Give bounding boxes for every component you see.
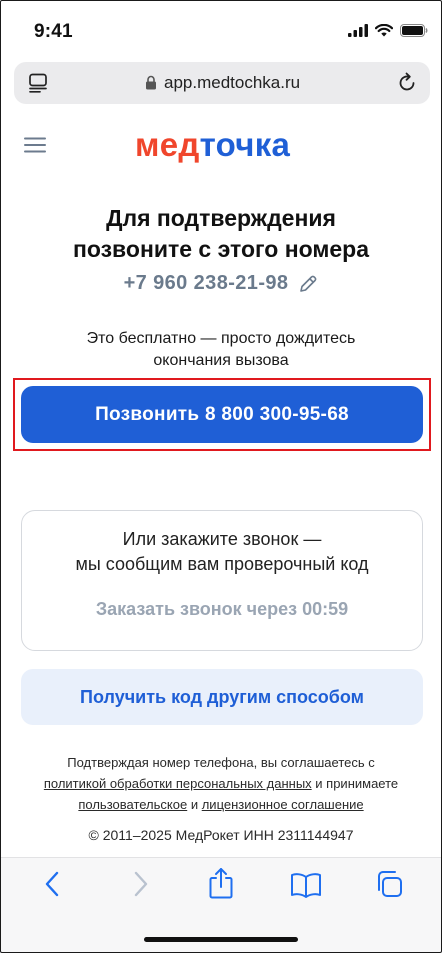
page-title: Для подтверждения позвоните с этого номе… (0, 203, 442, 265)
forward-icon[interactable] (131, 870, 149, 898)
privacy-policy-link[interactable]: политикой обработки персональных данных (44, 776, 312, 791)
hint-line-2: окончания вызова (153, 352, 289, 369)
phone-row[interactable]: +7 960 238-21-98 (0, 272, 442, 295)
bookmarks-icon[interactable] (290, 872, 322, 898)
tabs-icon[interactable] (375, 870, 403, 898)
signal-icon (348, 24, 368, 37)
hint-line-1: Это бесплатно — просто дождитесь (86, 330, 356, 347)
status-icons (348, 24, 428, 37)
legal-text: Подтверждая номер телефона, вы соглашает… (0, 752, 442, 815)
other-method-button[interactable]: Получить код другим способом (21, 669, 423, 725)
copyright: © 2011–2025 МедРокет ИНН 2311144947 (88, 827, 354, 843)
request-call-card: Или закажите звонок — мы сообщим вам про… (21, 510, 423, 651)
request-call-text: Или закажите звонок — мы сообщим вам про… (22, 527, 422, 577)
pencil-icon[interactable] (298, 274, 318, 294)
reader-icon[interactable] (28, 73, 48, 93)
request-call-line-1: Или закажите звонок — (122, 529, 322, 549)
legal-line-1: Подтверждая номер телефона, вы соглашает… (67, 755, 375, 770)
title-line-2: позвоните с этого номера (72, 236, 370, 262)
lock-icon (146, 75, 156, 90)
logo[interactable]: медточка (135, 126, 290, 164)
address-bar[interactable]: app.medtochka.ru (14, 62, 430, 104)
title-line-1: Для подтверждения (106, 205, 336, 231)
legal-line-3: пользовательское и лицензионное соглашен… (0, 794, 442, 815)
menu-icon[interactable] (24, 137, 46, 153)
call-button[interactable]: Позвонить 8 800 300-95-68 (21, 386, 423, 443)
hint-text: Это бесплатно — просто дождитесь окончан… (0, 328, 442, 372)
share-icon[interactable] (207, 867, 235, 899)
legal-text-2: и принимаете (311, 776, 399, 791)
user-phone-number: +7 960 238-21-98 (123, 272, 289, 294)
status-time: 9:41 (34, 21, 73, 42)
home-indicator (144, 937, 298, 942)
url-text[interactable]: app.medtochka.ru (164, 73, 300, 93)
user-agreement-link[interactable]: пользовательское (78, 797, 187, 812)
battery-icon (400, 24, 428, 37)
back-icon[interactable] (44, 870, 62, 898)
legal-text-3: и (187, 797, 202, 812)
logo-part-med: мед (135, 126, 200, 163)
license-agreement-link[interactable]: лицензионное соглашение (202, 797, 364, 812)
wifi-icon (375, 24, 393, 37)
request-call-line-2: мы сообщим вам проверочный код (75, 554, 369, 574)
logo-part-tochka: точка (199, 126, 291, 163)
legal-line-2: политикой обработки персональных данных … (0, 773, 442, 794)
reload-icon[interactable] (396, 72, 418, 94)
status-bar: 9:41 (0, 0, 442, 56)
request-call-timer-button[interactable]: Заказать звонок через 00:59 (22, 599, 422, 620)
